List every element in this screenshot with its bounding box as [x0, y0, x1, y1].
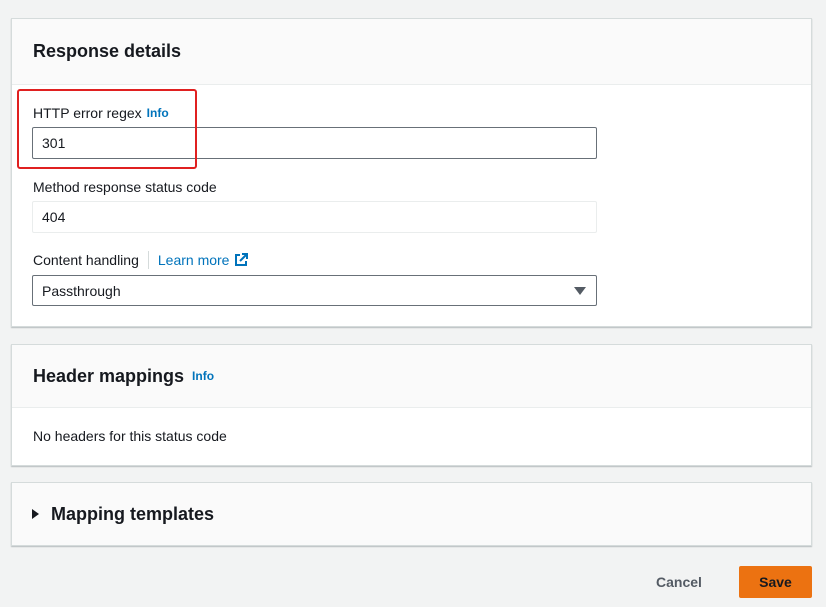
- regex-label: HTTP error regex: [33, 105, 142, 121]
- panel-title: Header mappings: [33, 365, 185, 386]
- content-handling-value: Passthrough: [42, 282, 121, 299]
- panel-header[interactable]: Mapping templates: [12, 483, 811, 545]
- label-separator: [147, 251, 149, 269]
- save-button[interactable]: Save: [739, 566, 812, 598]
- content-handling-select[interactable]: Passthrough: [32, 275, 597, 306]
- learn-more-link[interactable]: Learn more: [158, 252, 249, 268]
- content-handling-label: Content handling: [33, 252, 139, 268]
- panel-title: Response details: [33, 41, 182, 61]
- mapping-templates-panel[interactable]: Mapping templates: [11, 482, 812, 546]
- panel-header: Response details: [12, 19, 811, 85]
- empty-headers-text: No headers for this status code: [33, 428, 227, 444]
- regex-info-link[interactable]: Info: [147, 106, 169, 120]
- expand-triangle-icon[interactable]: [32, 509, 39, 519]
- method-response-status-input: [32, 201, 597, 233]
- http-error-regex-input[interactable]: [32, 127, 597, 159]
- response-details-panel: Response details HTTP error regex Info M…: [11, 18, 812, 327]
- panel-title: Mapping templates: [51, 503, 215, 524]
- status-label: Method response status code: [33, 179, 217, 195]
- caret-down-icon: [574, 287, 586, 295]
- learn-more-text: Learn more: [157, 252, 230, 268]
- external-link-icon: [235, 253, 249, 266]
- header-mappings-panel: Header mappings Info No headers for this…: [11, 344, 812, 466]
- content-label-row: Content handling Learn more: [33, 251, 249, 269]
- cancel-button[interactable]: Cancel: [644, 566, 714, 598]
- status-label-row: Method response status code: [33, 179, 217, 195]
- panel-header: Header mappings Info: [12, 345, 811, 408]
- header-mappings-info-link[interactable]: Info: [192, 369, 214, 383]
- regex-label-row: HTTP error regex Info: [33, 105, 169, 121]
